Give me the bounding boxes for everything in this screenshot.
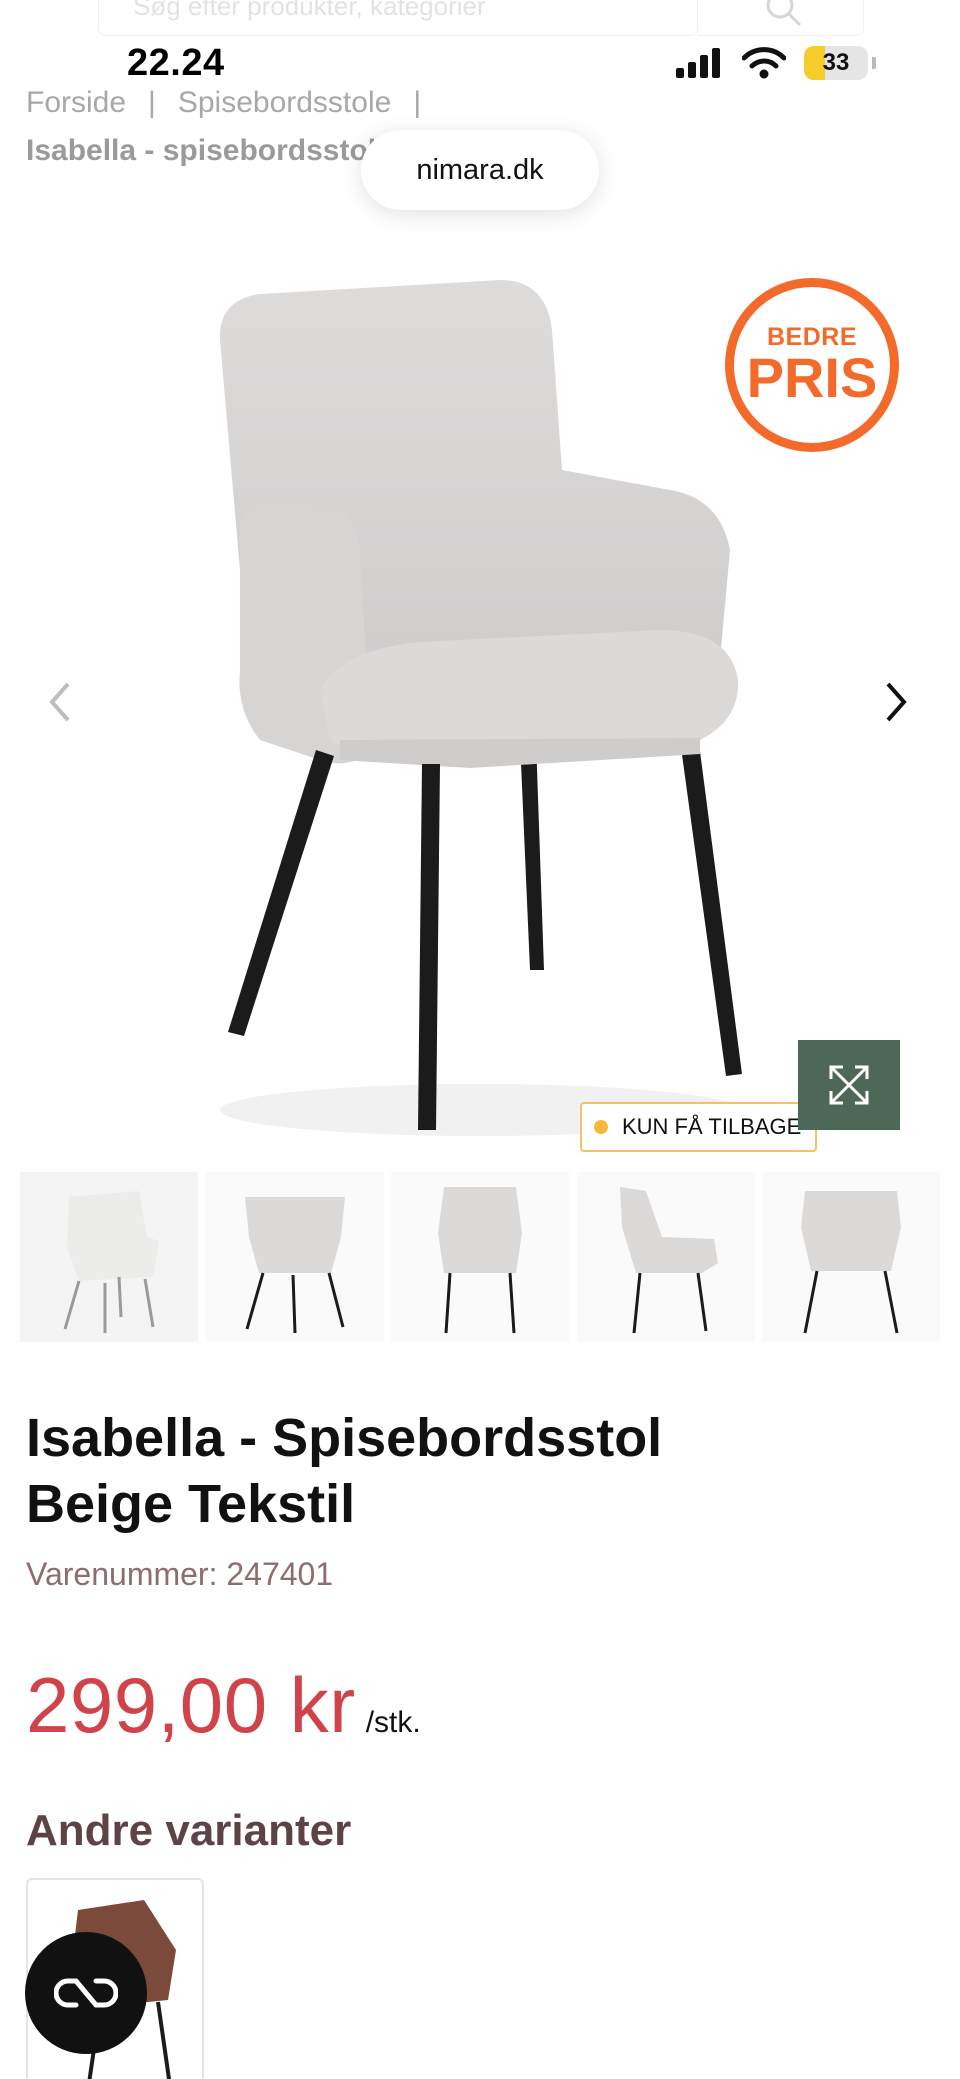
stock-dot-icon (594, 1120, 608, 1134)
search-input[interactable]: Søg efter produkter, kategorier (98, 0, 698, 36)
battery-tip (872, 57, 876, 69)
status-time: 22.24 (127, 42, 225, 84)
promo-badge: BEDRE PRIS (725, 278, 899, 452)
thumbnail-strip (20, 1172, 940, 1342)
promo-badge-line2: PRIS (746, 345, 878, 409)
next-image-icon[interactable] (880, 680, 910, 724)
product-gallery: BEDRE PRIS KUN FÅ TILBAGE (0, 230, 960, 1152)
thumbnail-chair-image (801, 1191, 901, 1334)
fullscreen-button[interactable] (798, 1040, 900, 1130)
breadcrumb-home[interactable]: Forside (26, 86, 126, 120)
breadcrumb-category[interactable]: Spisebordsstole (178, 86, 391, 120)
thumbnail-chair-image (244, 1197, 345, 1334)
breadcrumb: Forside | Spisebordsstole | (26, 86, 421, 120)
product-title: Isabella - Spisebordsstol Beige Tekstil (26, 1405, 926, 1537)
product-price: 299,00 kr (26, 1661, 356, 1749)
thumbnail-1[interactable] (20, 1172, 198, 1342)
product-title-line2: Beige Tekstil (26, 1474, 356, 1534)
chat-icon (54, 1978, 118, 2008)
thumbnail-2[interactable] (205, 1172, 384, 1342)
breadcrumb-separator: | (148, 86, 156, 119)
thumbnail-3[interactable] (391, 1172, 569, 1342)
breadcrumb-separator: | (413, 86, 422, 119)
price-unit: /stk. (365, 1706, 421, 1739)
product-title-line1: Isabella - Spisebordsstol (26, 1408, 663, 1468)
wifi-icon (742, 47, 786, 79)
product-sku: Varenummer: 247401 (26, 1556, 334, 1592)
expand-icon (829, 1065, 869, 1105)
variants-heading: Andre varianter (26, 1806, 352, 1855)
thumbnail-4[interactable] (576, 1172, 755, 1342)
product-image-chair[interactable] (200, 270, 760, 1150)
thumbnail-chair-image (619, 1187, 718, 1334)
stock-label: KUN FÅ TILBAGE (622, 1114, 802, 1139)
battery-percentage: 33 (822, 49, 850, 76)
status-icons: 33 (676, 46, 876, 80)
browser-url-pill[interactable]: nimara.dk (361, 130, 599, 210)
thumbnail-chair-image (438, 1187, 522, 1334)
price-row: 299,00 kr /stk. (26, 1660, 421, 1751)
cellular-signal-icon (676, 48, 720, 78)
thumbnail-chair-image (63, 1191, 159, 1333)
battery-indicator: 33 (804, 46, 868, 80)
search-button[interactable] (698, 0, 864, 36)
prev-image-icon[interactable] (46, 680, 76, 724)
thumbnail-5[interactable] (762, 1172, 940, 1342)
chat-button[interactable] (25, 1932, 147, 2054)
stock-badge: KUN FÅ TILBAGE (580, 1102, 818, 1152)
search-icon (766, 0, 802, 27)
